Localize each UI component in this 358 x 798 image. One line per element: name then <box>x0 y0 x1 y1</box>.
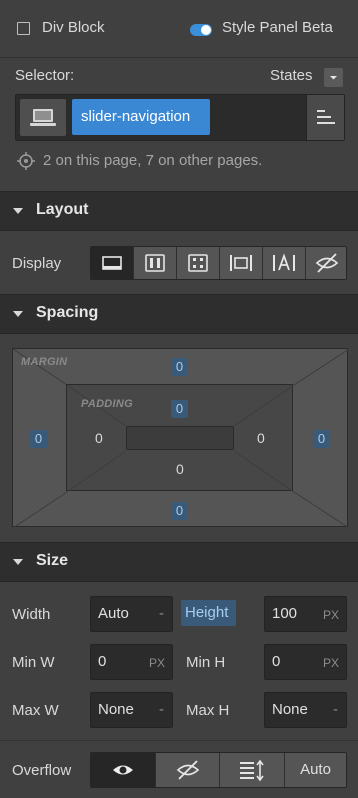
padding-left-input[interactable]: 0 <box>95 430 103 446</box>
caret-down-icon <box>13 559 23 565</box>
display-toggle-group <box>90 246 347 280</box>
margin-right-input[interactable]: 0 <box>313 430 330 448</box>
display-label: Display <box>12 255 62 272</box>
display-grid-button[interactable] <box>177 247 220 279</box>
max-height-input[interactable]: None - <box>264 692 347 728</box>
min-width-label: Min W <box>12 654 55 671</box>
chevron-down-icon <box>330 76 337 80</box>
width-value: Auto <box>98 605 129 622</box>
element-type-label: Div Block <box>42 19 105 36</box>
device-button[interactable] <box>20 99 66 136</box>
min-height-label: Min H <box>186 654 226 671</box>
height-value: 100 <box>272 605 298 622</box>
max-height-value: None <box>272 701 308 718</box>
max-width-label: Max W <box>12 702 59 719</box>
style-panel-label: Style Panel Beta <box>222 19 333 36</box>
padding-bottom-input[interactable]: 0 <box>176 461 184 477</box>
padding-top-input[interactable]: 0 <box>171 400 188 418</box>
max-width-value: None <box>98 701 134 718</box>
padding-label: PADDING <box>81 398 134 410</box>
display-block-button[interactable] <box>91 247 134 279</box>
grid-icon <box>188 254 208 272</box>
caret-down-icon <box>13 208 23 214</box>
none-icon <box>315 253 339 273</box>
eye-icon <box>113 765 133 775</box>
flex-icon <box>145 254 165 272</box>
max-height-label: Max H <box>186 702 230 719</box>
element-checkbox[interactable] <box>17 22 30 35</box>
width-unit[interactable]: - <box>159 605 164 622</box>
display-inline-block-button[interactable] <box>220 247 263 279</box>
max-height-unit[interactable]: - <box>333 701 338 718</box>
max-width-unit[interactable]: - <box>159 701 164 718</box>
overflow-visible-button[interactable] <box>91 753 156 787</box>
list-menu-icon <box>317 110 335 124</box>
layout-section-title: Layout <box>36 201 89 218</box>
overflow-hidden-button[interactable] <box>156 753 220 787</box>
height-input[interactable]: 100 PX <box>264 596 347 632</box>
overflow-label: Overflow <box>12 762 72 779</box>
selector-usage-text: 2 on this page, 7 on other pages. <box>43 152 263 169</box>
margin-left-input[interactable]: 0 <box>30 430 47 448</box>
size-section-title: Size <box>36 552 69 569</box>
display-none-button[interactable] <box>306 247 348 279</box>
margin-label: MARGIN <box>21 356 68 368</box>
inline-block-icon <box>230 255 252 271</box>
max-width-input[interactable]: None - <box>90 692 173 728</box>
min-width-input[interactable]: 0 PX <box>90 644 173 680</box>
min-height-input[interactable]: 0 PX <box>264 644 347 680</box>
style-panel-toggle[interactable] <box>190 24 212 36</box>
min-width-value: 0 <box>98 653 107 670</box>
scroll-icon <box>240 759 264 782</box>
min-height-unit[interactable]: PX <box>323 656 339 670</box>
padding-right-input[interactable]: 0 <box>257 430 265 446</box>
min-width-unit[interactable]: PX <box>149 656 165 670</box>
overflow-auto-button[interactable]: Auto <box>285 753 346 787</box>
height-label: Height <box>181 600 236 626</box>
overflow-toggle-group: Auto <box>90 752 347 788</box>
states-dropdown-button[interactable] <box>324 68 343 87</box>
width-label: Width <box>12 606 51 623</box>
inline-icon <box>273 253 295 271</box>
content-box <box>126 426 234 450</box>
display-flex-button[interactable] <box>134 247 177 279</box>
eye-slash-icon <box>176 760 200 780</box>
min-height-value: 0 <box>272 653 281 670</box>
caret-down-icon <box>13 311 23 317</box>
size-divider <box>0 740 358 741</box>
target-icon <box>17 152 35 170</box>
width-input[interactable]: Auto - <box>90 596 173 632</box>
margin-bottom-input[interactable]: 0 <box>171 502 188 520</box>
selector-class-chip[interactable]: slider-navigation <box>72 99 210 135</box>
height-unit[interactable]: PX <box>323 608 339 622</box>
states-label[interactable]: States <box>270 67 313 84</box>
overflow-scroll-button[interactable] <box>220 753 285 787</box>
selector-menu-button[interactable] <box>306 95 344 140</box>
block-icon <box>102 256 122 270</box>
spacing-section-title: Spacing <box>36 304 99 321</box>
margin-top-input[interactable]: 0 <box>171 358 188 376</box>
display-inline-button[interactable] <box>263 247 306 279</box>
selector-label: Selector: <box>15 67 75 84</box>
laptop-icon <box>30 109 56 126</box>
